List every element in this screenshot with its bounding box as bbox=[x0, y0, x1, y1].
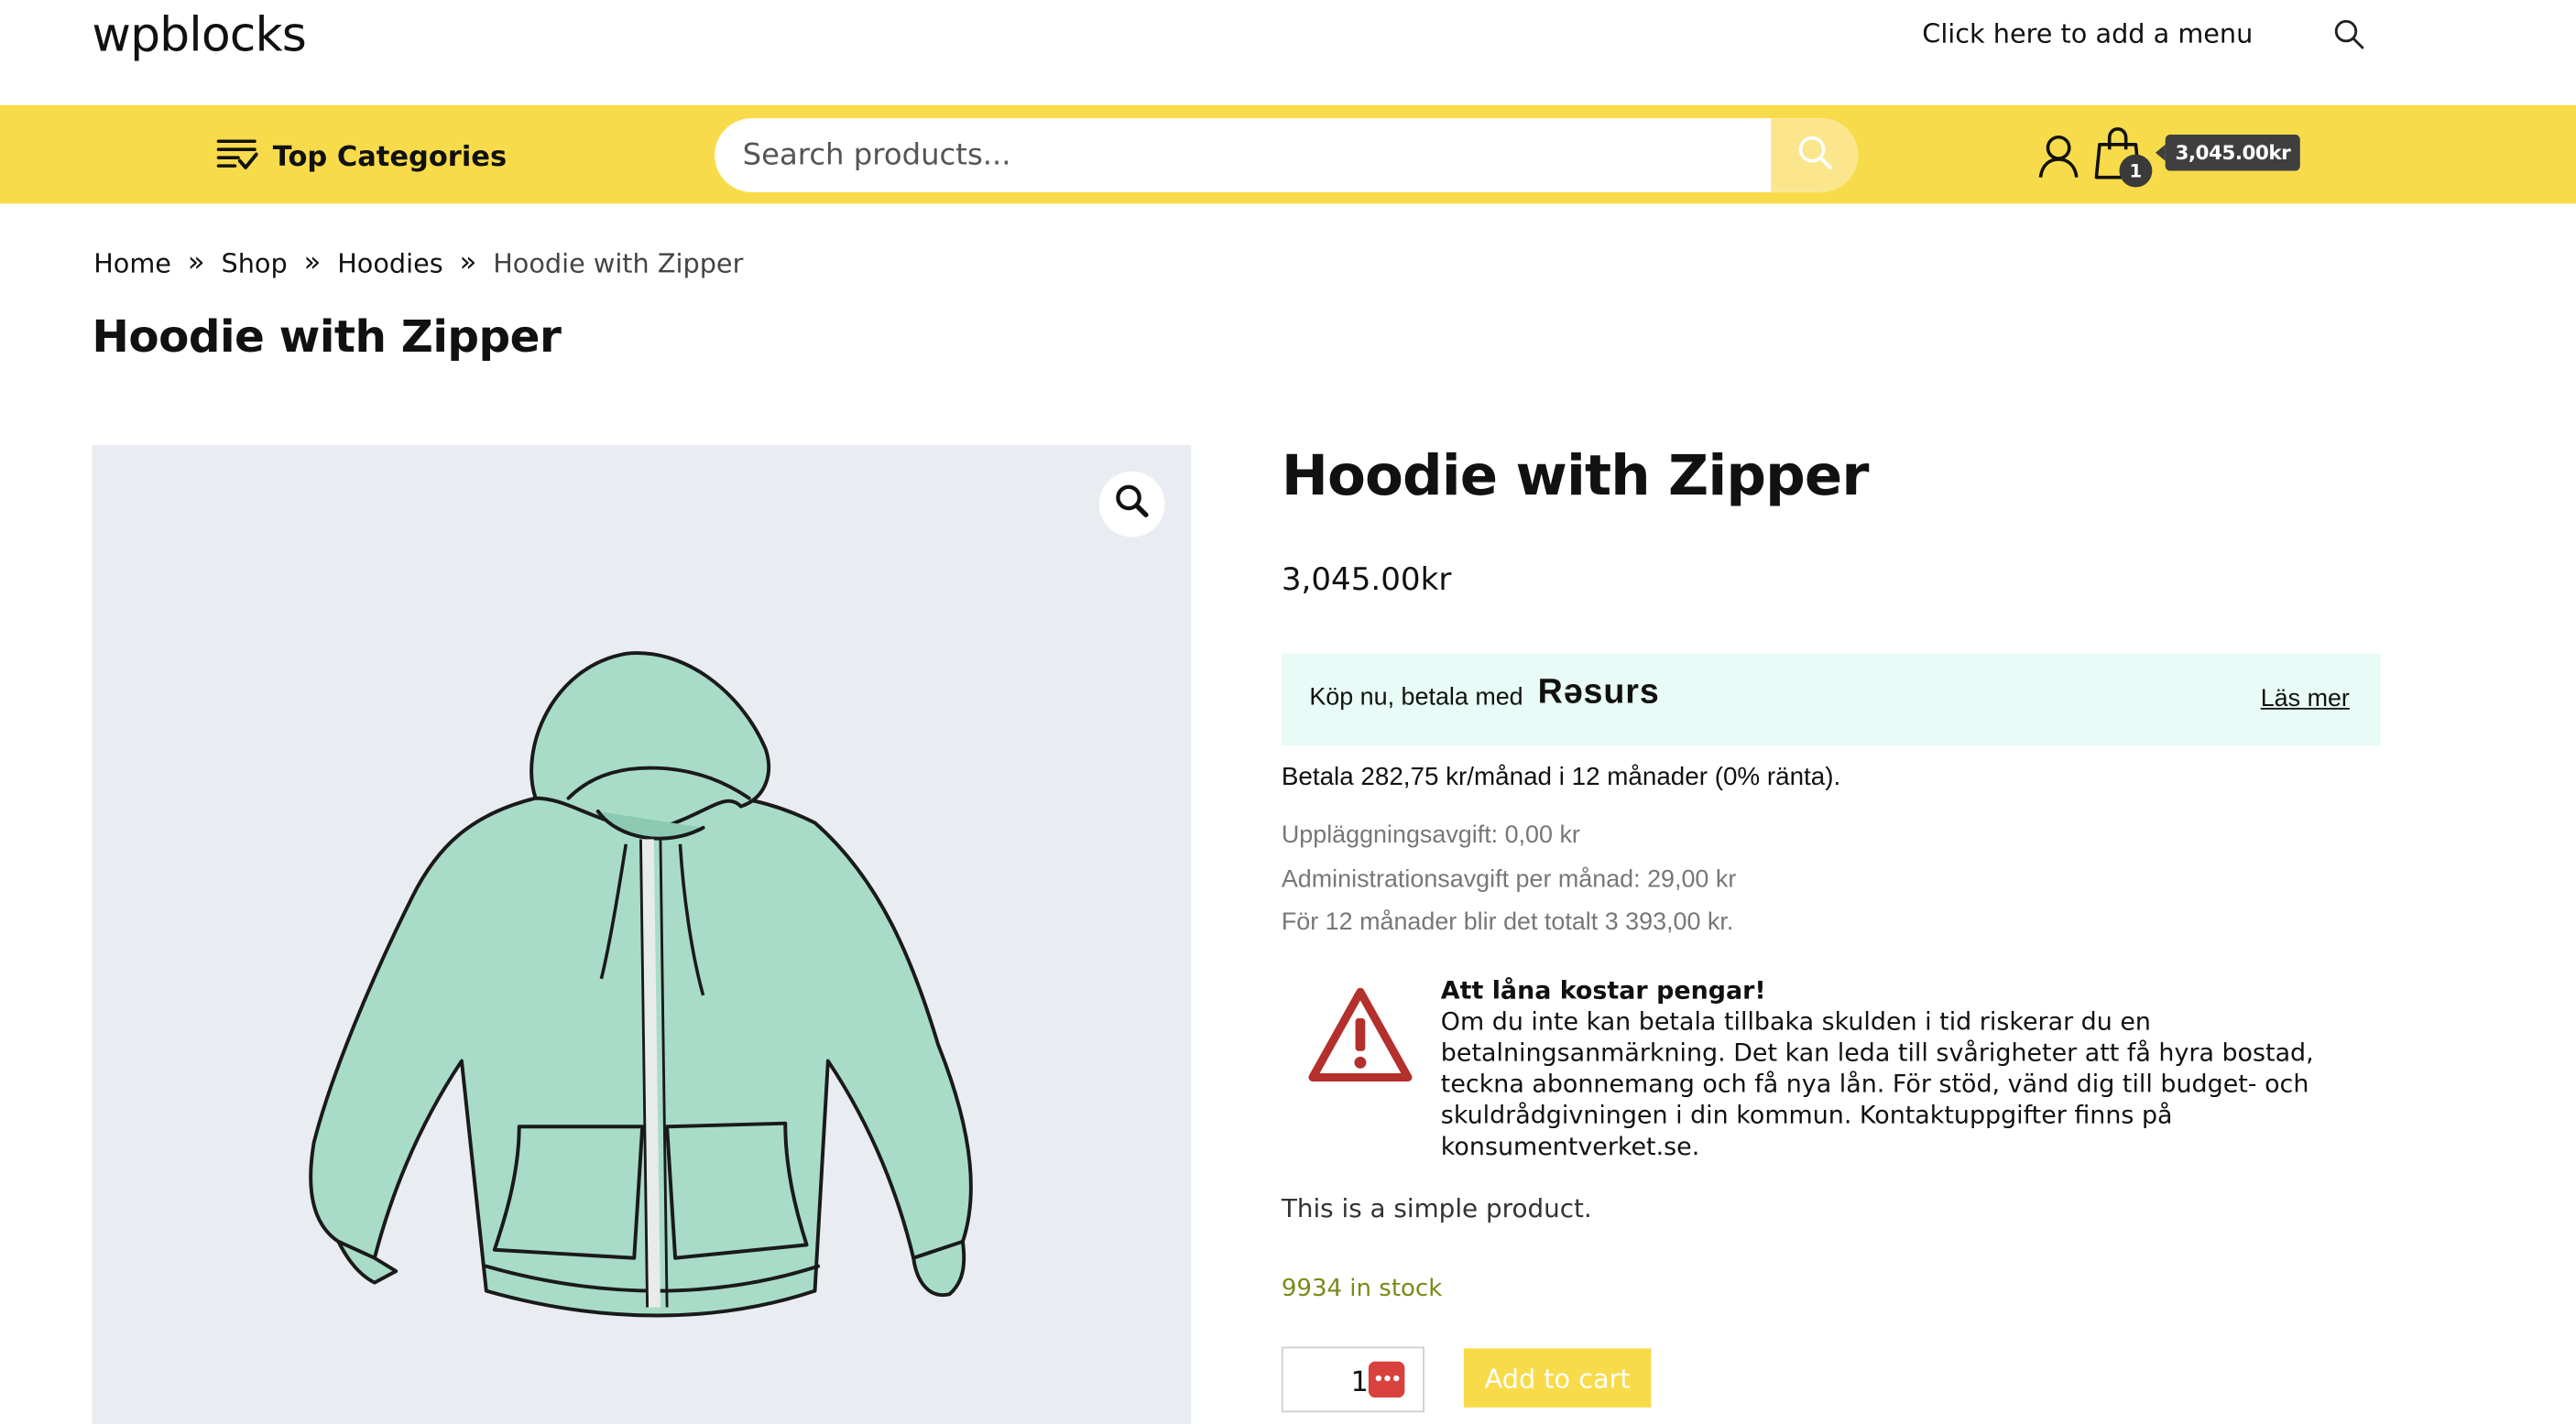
cart-count-badge: 1 bbox=[2119, 154, 2153, 188]
product-gallery[interactable] bbox=[92, 445, 1192, 1424]
breadcrumb-home[interactable]: Home bbox=[93, 247, 171, 278]
hoodie-product-image bbox=[309, 651, 973, 1318]
search-icon bbox=[1796, 134, 1832, 177]
category-list-icon bbox=[215, 136, 258, 179]
product-title: Hoodie with Zipper bbox=[1281, 443, 1870, 509]
breadcrumb-hoodies[interactable]: Hoodies bbox=[337, 247, 442, 278]
password-manager-icon[interactable]: ••• bbox=[1368, 1361, 1405, 1398]
add-menu-link[interactable]: Click here to add a menu bbox=[1922, 18, 2253, 49]
chevron-double-right-icon: » bbox=[187, 246, 205, 279]
price-currency: kr bbox=[1420, 561, 1452, 598]
search-submit-button[interactable] bbox=[1771, 118, 1859, 192]
fee-total: För 12 månader blir det totalt 3 393,00 … bbox=[1281, 908, 1734, 937]
top-categories-label: Top Categories bbox=[272, 141, 508, 175]
site-logo[interactable]: wpblocks bbox=[92, 6, 306, 62]
fee-list: Uppläggningsavgift: 0,00 kr Administrati… bbox=[1282, 815, 1736, 946]
breadcrumb-current: Hoodie with Zipper bbox=[493, 246, 744, 278]
warning-text: Om du inte kan betala tillbaka skulden i… bbox=[1440, 1006, 2314, 1161]
resurs-payment-widget: Köp nu, betala med Rəsurs Läs mer bbox=[1281, 653, 2381, 746]
installment-info: Betala 282,75 kr/månad i 12 månader (0% … bbox=[1281, 763, 1841, 792]
read-more-link[interactable]: Läs mer bbox=[2261, 685, 2350, 712]
fee-setup: Uppläggningsavgift: 0,00 kr bbox=[1281, 821, 1580, 850]
warning-triangle-icon bbox=[1308, 985, 1414, 1084]
cart-total-badge[interactable]: 3,045.00kr bbox=[2155, 135, 2300, 171]
site-header: wpblocks Click here to add a menu bbox=[0, 0, 2576, 105]
price-amount: 3,045.00 bbox=[1281, 561, 1421, 598]
stock-status: 9934 in stock bbox=[1281, 1276, 1443, 1303]
chevron-double-right-icon: » bbox=[303, 246, 322, 279]
shop-navbar: Top Categories 1 3,045.00kr bbox=[0, 104, 2576, 204]
add-to-cart-button[interactable]: Add to cart bbox=[1463, 1348, 1652, 1408]
quantity-input[interactable] bbox=[1299, 1358, 1372, 1408]
product-price: 3,045.00kr bbox=[1282, 561, 1452, 597]
product-description: This is a simple product. bbox=[1281, 1193, 1592, 1224]
quantity-stepper: ••• bbox=[1281, 1346, 1424, 1413]
resurs-logo: Rəsurs bbox=[1537, 673, 1660, 712]
search-icon[interactable] bbox=[2333, 18, 2366, 51]
breadcrumb: Home » Shop » Hoodies » Hoodie with Zipp… bbox=[93, 246, 743, 279]
user-account-icon[interactable] bbox=[2037, 133, 2080, 179]
page: wpblocks Click here to add a menu Top Ca… bbox=[0, 0, 2576, 1424]
product-search-bar bbox=[715, 118, 1859, 192]
product-search-input[interactable] bbox=[715, 118, 1772, 192]
breadcrumb-shop[interactable]: Shop bbox=[221, 247, 287, 278]
zoom-button[interactable] bbox=[1098, 471, 1165, 538]
top-categories-button[interactable]: Top Categories bbox=[215, 138, 507, 178]
resurs-pay-text: Köp nu, betala med bbox=[1309, 683, 1523, 712]
chevron-double-right-icon: » bbox=[459, 246, 477, 279]
magnifier-icon bbox=[1114, 483, 1150, 526]
warning-title: Att låna kostar pengar! bbox=[1440, 975, 1766, 1005]
page-title: Hoodie with Zipper bbox=[92, 311, 562, 364]
fee-admin: Administrationsavgift per månad: 29,00 k… bbox=[1281, 864, 1737, 893]
